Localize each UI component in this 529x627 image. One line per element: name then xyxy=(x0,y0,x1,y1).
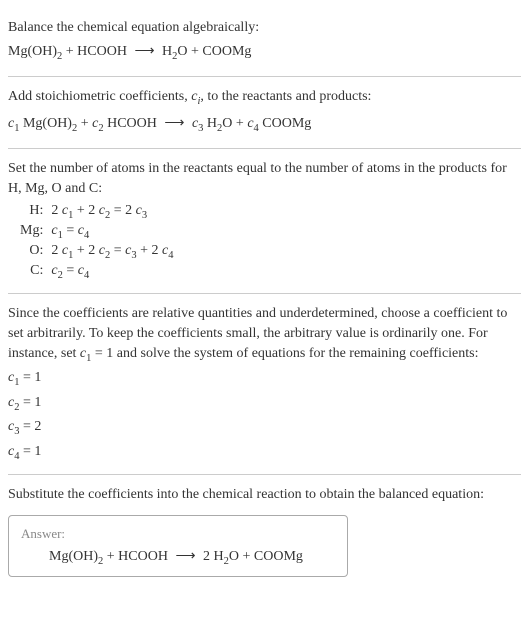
section-text: Substitute the coefficients into the che… xyxy=(8,485,521,505)
section-solve: Since the coefficients are relative quan… xyxy=(8,294,521,475)
coefficient-value: c2 = 1 xyxy=(8,393,521,415)
element-label: H: xyxy=(16,202,47,222)
element-label: O: xyxy=(16,242,47,262)
section-text: Set the number of atoms in the reactants… xyxy=(8,159,521,198)
element-equation: 2 c1 + 2 c2 = 2 c3 xyxy=(47,202,177,222)
section-text: Add stoichiometric coefficients, ci, to … xyxy=(8,87,521,109)
section-atoms: Set the number of atoms in the reactants… xyxy=(8,149,521,294)
answer-box: Answer: Mg(OH)2 + HCOOH ⟶ 2 H2O + COOMg xyxy=(8,515,348,578)
table-row: Mg: c1 = c4 xyxy=(16,222,177,242)
coefficient-value: c3 = 2 xyxy=(8,417,521,439)
section-answer: Substitute the coefficients into the che… xyxy=(8,475,521,585)
section-balance: Balance the chemical equation algebraica… xyxy=(8,8,521,77)
table-row: C: c2 = c4 xyxy=(16,262,177,282)
element-label: C: xyxy=(16,262,47,282)
element-equation: 2 c1 + 2 c2 = c3 + 2 c4 xyxy=(47,242,177,262)
section-text: Since the coefficients are relative quan… xyxy=(8,304,521,366)
equation-coefficients: c1 Mg(OH)2 + c2 HCOOH ⟶ c3 H2O + c4 COOM… xyxy=(8,114,521,136)
section-stoichiometric: Add stoichiometric coefficients, ci, to … xyxy=(8,77,521,149)
table-row: O: 2 c1 + 2 c2 = c3 + 2 c4 xyxy=(16,242,177,262)
element-equation: c2 = c4 xyxy=(47,262,177,282)
coefficient-value: c4 = 1 xyxy=(8,442,521,464)
section-title: Balance the chemical equation algebraica… xyxy=(8,18,521,38)
answer-label: Answer: xyxy=(21,526,335,542)
table-row: H: 2 c1 + 2 c2 = 2 c3 xyxy=(16,202,177,222)
equation-unbalanced: Mg(OH)2 + HCOOH ⟶ H2O + COOMg xyxy=(8,42,521,64)
element-equation: c1 = c4 xyxy=(47,222,177,242)
coefficient-value: c1 = 1 xyxy=(8,368,521,390)
atom-equations-table: H: 2 c1 + 2 c2 = 2 c3 Mg: c1 = c4 O: 2 c… xyxy=(16,202,177,281)
element-label: Mg: xyxy=(16,222,47,242)
answer-equation: Mg(OH)2 + HCOOH ⟶ 2 H2O + COOMg xyxy=(21,548,335,567)
